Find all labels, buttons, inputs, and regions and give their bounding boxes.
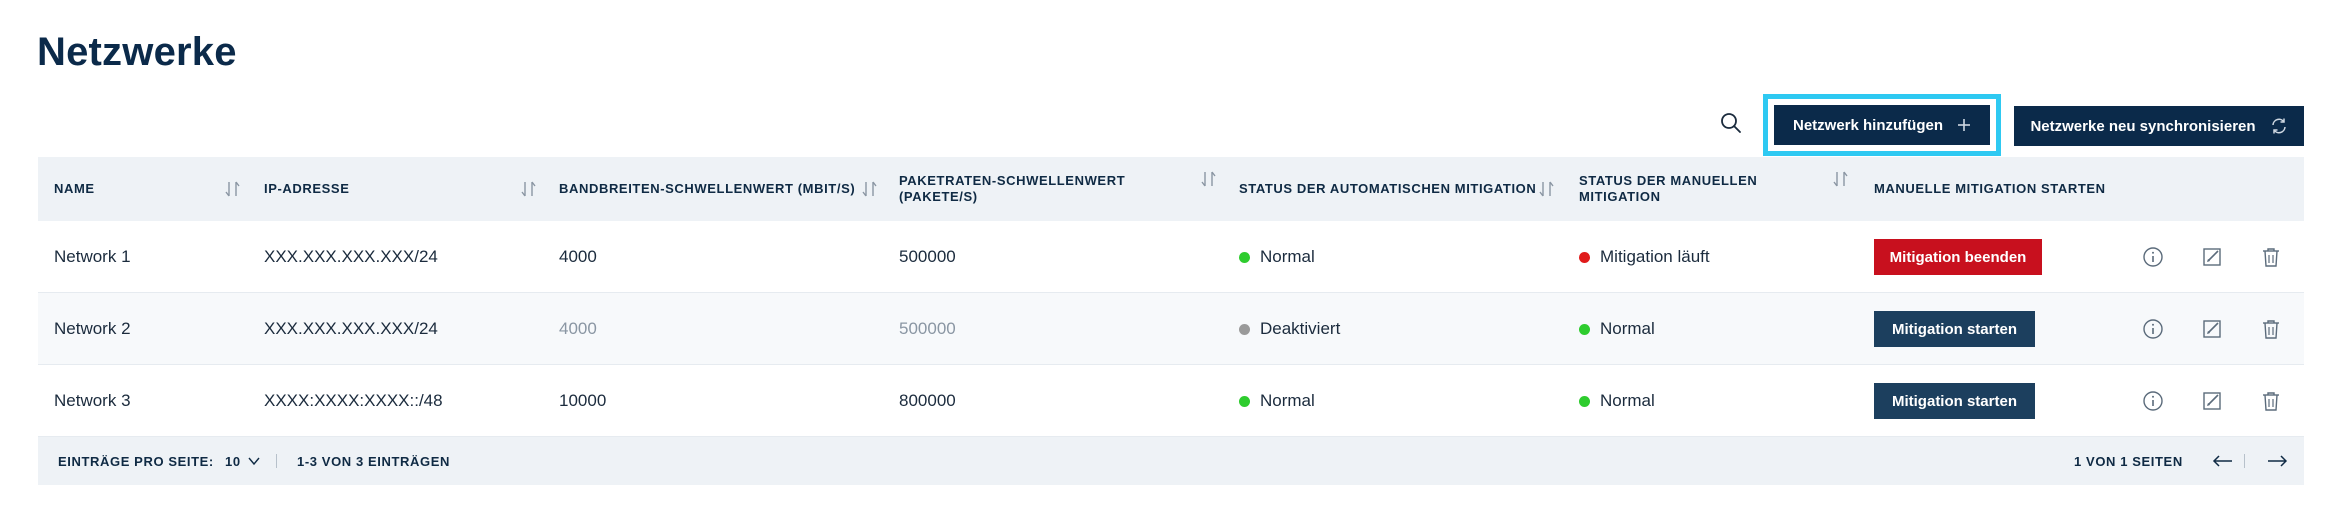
auto-status: Deaktiviert — [1239, 293, 1340, 365]
auto-status: Normal — [1239, 365, 1315, 437]
auto-status-label: Normal — [1260, 247, 1315, 266]
footer-divider — [276, 454, 277, 468]
manual-status-label: Normal — [1600, 391, 1655, 410]
next-page-button[interactable] — [2264, 449, 2290, 473]
trash-icon[interactable] — [2260, 246, 2282, 268]
networks-table: Name IP-Adresse Bandbreiten-Schwellenwer… — [38, 157, 2304, 485]
per-page-select[interactable]: 10 — [225, 437, 261, 485]
cell-ip: XXX.XXX.XXX.XXX/24 — [264, 319, 438, 338]
auto-status-label: Deaktiviert — [1260, 319, 1341, 338]
status-dot — [1579, 251, 1590, 263]
search-button[interactable] — [1716, 108, 1746, 138]
cell-bandwidth: 4000 — [559, 247, 597, 266]
refresh-icon — [2271, 118, 2286, 134]
table-row: Network 1 XXX.XXX.XXX.XXX/24 4000 500000… — [38, 221, 2304, 293]
manual-status-label: Normal — [1600, 319, 1655, 338]
cell-name: Network 1 — [54, 247, 131, 266]
edit-icon[interactable] — [2201, 246, 2223, 268]
auto-status: Normal — [1239, 221, 1315, 293]
sort-icon[interactable] — [1832, 169, 1850, 189]
status-dot — [1239, 395, 1250, 407]
start-mitigation-button[interactable]: Mitigation starten — [1874, 311, 2035, 347]
info-icon[interactable] — [2142, 318, 2164, 340]
per-page-value: 10 — [225, 453, 241, 469]
arrow-right-icon — [2268, 455, 2288, 467]
prev-page-button[interactable] — [2210, 449, 2236, 473]
sync-networks-label: Netzwerke neu synchronisieren — [2030, 117, 2256, 135]
arrow-left-icon — [2212, 455, 2232, 467]
cell-ip: XXXX:XXXX:XXXX::/48 — [264, 391, 443, 410]
sort-icon[interactable] — [224, 179, 242, 199]
header-bandwidth: Bandbreiten-Schwellenwert (MBit/s) — [559, 181, 856, 196]
cell-packets: 500000 — [899, 247, 956, 266]
status-dot — [1579, 323, 1590, 335]
manual-status: Normal — [1579, 365, 1655, 437]
toolbar: Netzwerk hinzufügen Netzwerke neu synchr… — [0, 0, 2336, 160]
cell-packets: 500000 — [899, 319, 956, 338]
table-footer: Einträge pro Seite: 10 1-3 von 3 Einträg… — [38, 437, 2304, 485]
trash-icon[interactable] — [2260, 390, 2282, 412]
status-dot — [1239, 323, 1250, 335]
range-text: 1-3 von 3 Einträgen — [297, 453, 450, 469]
start-mitigation-button[interactable]: Mitigation starten — [1874, 383, 2035, 419]
info-icon[interactable] — [2142, 390, 2164, 412]
auto-status-label: Normal — [1260, 391, 1315, 410]
table-row: Network 2 XXX.XXX.XXX.XXX/24 4000 500000… — [38, 293, 2304, 365]
trash-icon[interactable] — [2260, 318, 2282, 340]
header-manual-start: Manuelle Mitigation starten — [1874, 181, 2106, 196]
sort-icon[interactable] — [1538, 179, 1556, 199]
header-packets: Paketraten-Schwellenwert (Pakete/s) — [899, 173, 1126, 204]
sort-icon[interactable] — [1200, 169, 1218, 189]
sort-icon[interactable] — [520, 179, 538, 199]
add-network-button[interactable]: Netzwerk hinzufügen — [1774, 105, 1990, 145]
status-dot — [1239, 251, 1250, 263]
add-network-focus-ring: Netzwerk hinzufügen — [1763, 94, 2001, 156]
status-dot — [1579, 395, 1590, 407]
stop-mitigation-button[interactable]: Mitigation beenden — [1874, 239, 2042, 275]
table-row: Network 3 XXXX:XXXX:XXXX::/48 10000 8000… — [38, 365, 2304, 437]
manual-status-label: Mitigation läuft — [1600, 247, 1710, 266]
header-ip: IP-Adresse — [264, 181, 350, 196]
table-header: Name IP-Adresse Bandbreiten-Schwellenwer… — [38, 157, 2304, 221]
cell-name: Network 2 — [54, 319, 131, 338]
manual-status: Mitigation läuft — [1579, 221, 1710, 293]
sync-networks-button[interactable]: Netzwerke neu synchronisieren — [2014, 106, 2304, 146]
cell-packets: 800000 — [899, 391, 956, 410]
per-page-label: Einträge pro Seite: — [58, 453, 214, 469]
add-network-label: Netzwerk hinzufügen — [1792, 116, 1943, 134]
edit-icon[interactable] — [2201, 390, 2223, 412]
sort-icon[interactable] — [861, 179, 879, 199]
cell-bandwidth: 10000 — [559, 391, 607, 410]
manual-status: Normal — [1579, 293, 1655, 365]
footer-divider — [2244, 454, 2245, 468]
info-icon[interactable] — [2142, 246, 2164, 268]
cell-bandwidth: 4000 — [559, 319, 597, 338]
page-text: 1 von 1 Seiten — [2074, 453, 2183, 469]
cell-name: Network 3 — [54, 391, 131, 410]
chevron-down-icon — [248, 457, 260, 466]
search-icon — [1721, 113, 1741, 133]
edit-icon[interactable] — [2201, 318, 2223, 340]
cell-ip: XXX.XXX.XXX.XXX/24 — [264, 247, 438, 266]
header-name: Name — [54, 181, 95, 196]
plus-icon — [1958, 119, 1970, 131]
header-auto-status: Status der automatischen Mitigation — [1239, 181, 1537, 196]
header-manual-status: Status der manuellen Mitigation — [1579, 173, 1758, 204]
